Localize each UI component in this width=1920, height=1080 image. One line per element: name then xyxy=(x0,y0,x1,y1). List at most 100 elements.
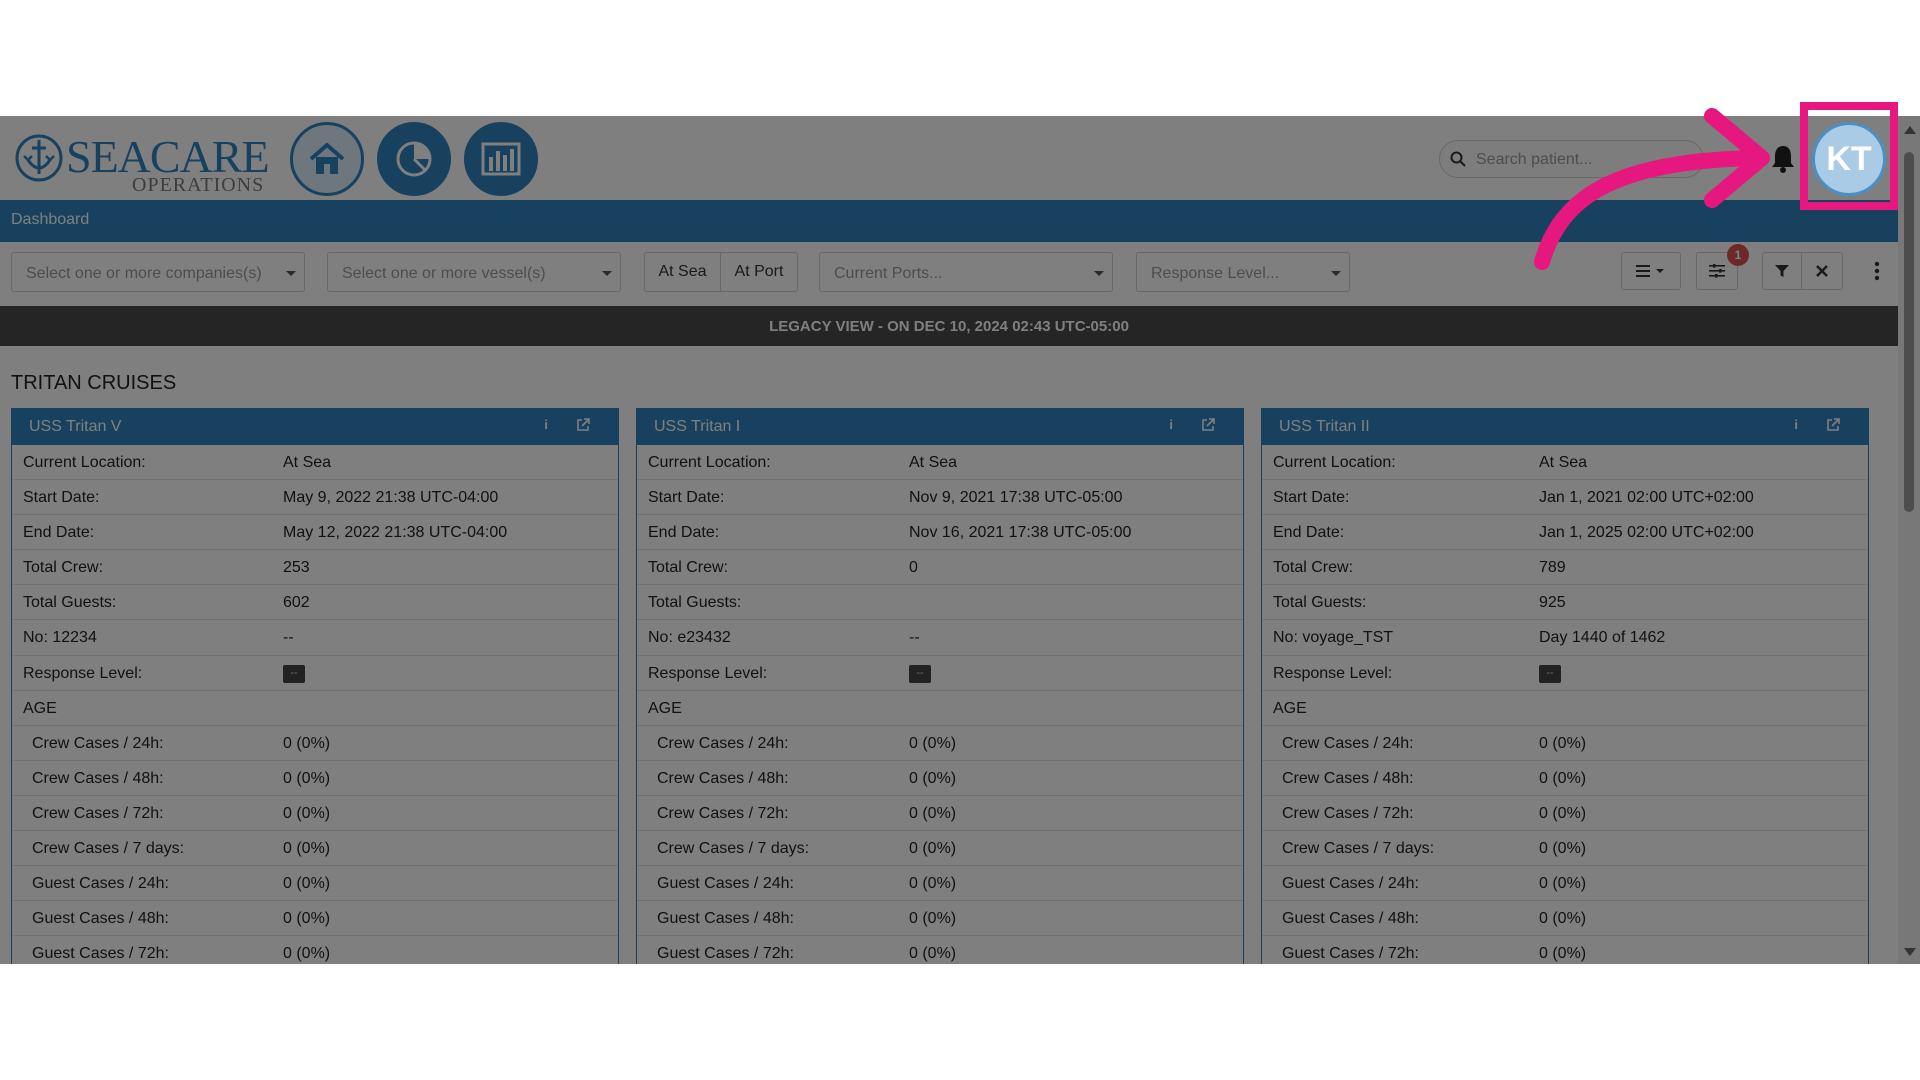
scroll-down-arrow[interactable] xyxy=(1904,948,1916,956)
age-section-label: AGE xyxy=(648,699,682,717)
case-row: Crew Cases / 72h: 0 (0%) xyxy=(637,796,1243,832)
case-row: Guest Cases / 24h: 0 (0%) xyxy=(637,866,1243,902)
page-scrollbar[interactable] xyxy=(1898,116,1920,964)
chevron-down-icon xyxy=(1331,271,1341,276)
case-label: Crew Cases / 7 days: xyxy=(32,840,185,858)
case-label: Crew Cases / 24h: xyxy=(32,734,164,752)
case-value: 0 (0%) xyxy=(283,945,331,963)
scroll-thumb[interactable] xyxy=(1904,152,1914,512)
scroll-up-arrow[interactable] xyxy=(1904,126,1916,134)
total-crew-label: Total Crew: xyxy=(1273,559,1354,577)
voyage-label: No: e23432 xyxy=(648,629,731,647)
companies-select[interactable]: Select one or more companies(s) xyxy=(11,252,305,292)
case-value: 0 (0%) xyxy=(283,769,331,787)
info-icon[interactable]: i xyxy=(1794,417,1798,432)
vessel-card-header: USS Tritan II i xyxy=(1262,409,1868,445)
case-row: Crew Cases / 7 days: 0 (0%) xyxy=(637,831,1243,867)
case-value: 0 (0%) xyxy=(909,945,957,963)
response-level-label: Response Level: xyxy=(23,664,143,682)
location-label: Current Location: xyxy=(23,454,146,471)
case-value: 0 (0%) xyxy=(1539,769,1587,787)
case-row: Crew Cases / 72h: 0 (0%) xyxy=(1262,796,1868,832)
kebab-menu-icon xyxy=(1874,261,1880,281)
response-level-indicator: -- xyxy=(283,664,305,683)
case-label: Guest Cases / 48h: xyxy=(657,910,794,928)
case-row: Crew Cases / 24h: 0 (0%) xyxy=(12,726,618,761)
case-label: Crew Cases / 48h: xyxy=(32,769,164,787)
response-level-indicator: -- xyxy=(1539,664,1561,683)
case-value: 0 (0%) xyxy=(283,734,331,752)
vessel-name[interactable]: USS Tritan I xyxy=(654,418,740,436)
case-label: Guest Cases / 72h: xyxy=(657,945,794,963)
end-date-row: End Date: May 12, 2022 21:38 UTC-04:00 xyxy=(12,515,618,551)
start-date-label: Start Date: xyxy=(1273,489,1350,507)
chevron-down-icon xyxy=(602,271,612,276)
home-button[interactable] xyxy=(290,122,364,196)
info-icon[interactable]: i xyxy=(1169,417,1173,432)
vessel-card-header: USS Tritan I i xyxy=(637,409,1243,445)
total-crew-label: Total Crew: xyxy=(23,559,104,577)
seacare-logo[interactable]: SEACARE OPERATIONS xyxy=(14,124,276,196)
external-link-icon[interactable] xyxy=(1826,418,1840,432)
search-icon xyxy=(1450,151,1466,167)
close-icon xyxy=(1816,265,1828,277)
voyage-label: No: voyage_TST xyxy=(1273,629,1394,647)
location-value: At Sea xyxy=(909,454,958,471)
case-row: Crew Cases / 7 days: 0 (0%) xyxy=(12,831,618,867)
vessel-card: USS Tritan V i Current Location: At Sea S… xyxy=(11,408,619,964)
info-icon[interactable]: i xyxy=(544,417,548,432)
voyage-value: -- xyxy=(283,629,294,647)
bar-chart-icon xyxy=(481,142,521,176)
vessels-select[interactable]: Select one or more vessel(s) xyxy=(327,252,621,292)
case-row: Guest Cases / 48h: 0 (0%) xyxy=(1262,901,1868,937)
end-date-row: End Date: Jan 1, 2025 02:00 UTC+02:00 xyxy=(1262,515,1868,551)
case-label: Guest Cases / 48h: xyxy=(1282,910,1419,928)
location-row: Current Location: At Sea xyxy=(637,445,1243,481)
total-crew-value: 789 xyxy=(1539,559,1566,577)
anchor-logo-icon xyxy=(15,134,63,182)
breadcrumb[interactable]: Dashboard xyxy=(11,211,89,229)
vessel-name[interactable]: USS Tritan II xyxy=(1279,418,1370,436)
start-date-row: Start Date: May 9, 2022 21:38 UTC-04:00 xyxy=(12,480,618,516)
case-row: Guest Cases / 48h: 0 (0%) xyxy=(637,901,1243,937)
logo-subtext: OPERATIONS xyxy=(132,174,265,196)
pie-chart-icon xyxy=(396,141,432,177)
case-label: Crew Cases / 24h: xyxy=(657,734,789,752)
case-row: Crew Cases / 72h: 0 (0%) xyxy=(12,796,618,832)
start-date-label: Start Date: xyxy=(23,489,100,507)
vessel-card: USS Tritan I i Current Location: At Sea S… xyxy=(636,408,1244,964)
more-options-button[interactable] xyxy=(1866,252,1888,290)
case-value: 0 (0%) xyxy=(909,840,957,858)
case-label: Crew Cases / 72h: xyxy=(32,804,164,822)
analytics-button[interactable] xyxy=(377,122,451,196)
case-value: 0 (0%) xyxy=(909,804,957,822)
end-date-label: End Date: xyxy=(648,524,720,542)
at-port-toggle[interactable]: At Port xyxy=(720,252,798,292)
case-label: Guest Cases / 72h: xyxy=(1282,945,1419,963)
case-value: 0 (0%) xyxy=(909,769,957,787)
case-value: 0 (0%) xyxy=(909,734,957,752)
end-date-label: End Date: xyxy=(1273,524,1345,542)
case-label: Guest Cases / 24h: xyxy=(1282,875,1419,893)
case-label: Crew Cases / 48h: xyxy=(1282,769,1414,787)
external-link-icon[interactable] xyxy=(576,418,590,432)
reports-button[interactable] xyxy=(464,122,538,196)
at-sea-toggle[interactable]: At Sea xyxy=(644,252,721,292)
case-label: Guest Cases / 24h: xyxy=(657,875,794,893)
start-date-value: May 9, 2022 21:38 UTC-04:00 xyxy=(283,489,499,507)
case-value: 0 (0%) xyxy=(283,804,331,822)
start-date-row: Start Date: Nov 9, 2021 17:38 UTC-05:00 xyxy=(637,480,1243,516)
response-level-select[interactable]: Response Level... xyxy=(1136,252,1350,292)
case-row: Guest Cases / 24h: 0 (0%) xyxy=(12,866,618,902)
ports-select[interactable]: Current Ports... xyxy=(819,252,1113,292)
case-label: Guest Cases / 48h: xyxy=(32,910,169,928)
external-link-icon[interactable] xyxy=(1201,418,1215,432)
avatar-highlight-box xyxy=(1800,102,1898,210)
total-crew-row: Total Crew: 0 xyxy=(637,550,1243,586)
total-guests-value: 925 xyxy=(1539,594,1566,612)
vessel-name[interactable]: USS Tritan V xyxy=(29,418,121,436)
case-row: Crew Cases / 24h: 0 (0%) xyxy=(1262,726,1868,761)
case-value: 0 (0%) xyxy=(1539,945,1587,963)
case-value: 0 (0%) xyxy=(283,875,331,893)
case-value: 0 (0%) xyxy=(1539,840,1587,858)
